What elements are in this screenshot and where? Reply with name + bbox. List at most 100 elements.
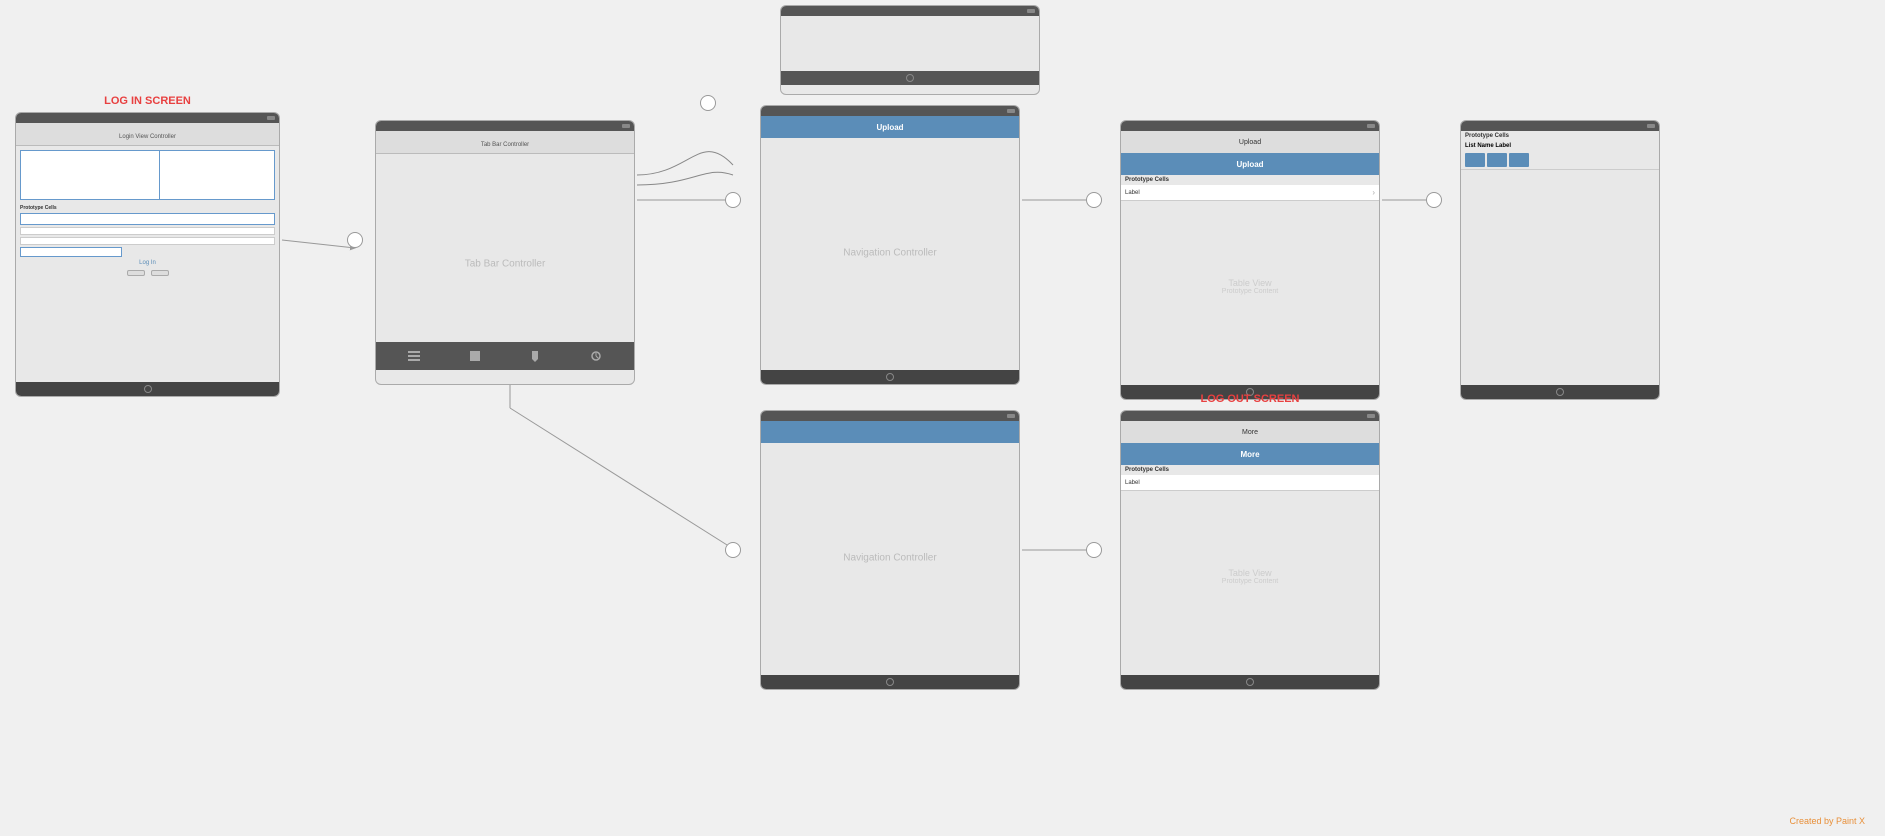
table-top-blue: Upload xyxy=(1121,153,1379,175)
tab-bar-device: Tab Bar Controller Tab Bar Controller xyxy=(375,120,635,385)
login-device: Login View Controller Prototype Cells Lo… xyxy=(15,112,280,397)
nav-bottom-label: Navigation Controller xyxy=(843,553,936,564)
list-name-label: List Name Label xyxy=(1461,141,1659,151)
table-bottom-view-label: Table View xyxy=(1228,568,1271,578)
list-prototype-label: Prototype Cells xyxy=(1461,131,1659,141)
connector-circle-5 xyxy=(725,542,741,558)
login-field-2 xyxy=(20,227,275,235)
small-top-body xyxy=(781,16,1039,71)
prototype-cells-label-login: Prototype Cells xyxy=(20,203,275,213)
nav-bottom-header xyxy=(761,411,1019,421)
table-top-header xyxy=(1121,121,1379,131)
tab-bar-title-label: Tab Bar Controller xyxy=(481,142,529,148)
nav-top-bar: Upload xyxy=(761,116,1019,138)
login-screen-title: LOG IN SCREEN xyxy=(15,95,280,107)
tab-icon-2 xyxy=(468,349,482,363)
log-in-text: Log In xyxy=(139,260,156,266)
table-top-nav: Upload xyxy=(1121,131,1379,153)
small-top-footer xyxy=(781,71,1039,85)
login-header-btn xyxy=(267,116,275,120)
img-2 xyxy=(1487,153,1507,167)
logout-screen-title: LOG OUT SCREEN xyxy=(1120,393,1380,405)
list-header-btn xyxy=(1647,124,1655,128)
tab-bar-body: Tab Bar Controller xyxy=(376,154,634,374)
login-home-btn xyxy=(144,385,152,393)
tab-bar-header xyxy=(376,121,634,131)
login-field-1 xyxy=(20,213,275,225)
nav-bottom-body: Navigation Controller xyxy=(761,443,1019,673)
table-top-view-label: Table View xyxy=(1228,278,1271,288)
login-device-footer xyxy=(16,382,279,396)
connector-circle-2 xyxy=(725,192,741,208)
small-top-device xyxy=(780,5,1040,95)
login-device-header xyxy=(16,113,279,123)
nav-top-header xyxy=(761,106,1019,116)
tab-bar-header-btn xyxy=(622,124,630,128)
table-bottom-cell-label: Label xyxy=(1125,480,1140,486)
list-home xyxy=(1556,388,1564,396)
table-bottom-header-btn xyxy=(1367,414,1375,418)
table-bottom-header xyxy=(1121,411,1379,421)
tab-icon-4 xyxy=(589,349,603,363)
img-1 xyxy=(1465,153,1485,167)
watermark: Created by Paint X xyxy=(1789,816,1865,826)
list-view-device: Prototype Cells List Name Label xyxy=(1460,120,1660,400)
nav-controller-top-device: Upload Navigation Controller xyxy=(760,105,1020,385)
login-image-area xyxy=(20,150,275,200)
list-footer xyxy=(1461,385,1659,399)
connector-circle-6 xyxy=(1086,542,1102,558)
tab-icon-1 xyxy=(407,349,421,363)
login-btn-1[interactable] xyxy=(127,270,145,276)
table-bottom-nav-label: More xyxy=(1242,429,1258,436)
canvas: LOG IN SCREEN Login View Controller Prot… xyxy=(0,0,1885,836)
tab-icon-3 xyxy=(528,349,542,363)
nav-bottom-footer xyxy=(761,675,1019,689)
nav-top-footer xyxy=(761,370,1019,384)
login-small-field xyxy=(20,247,122,257)
small-top-btn xyxy=(1027,9,1035,13)
table-bottom-prototype-label: Prototype Cells xyxy=(1121,465,1379,475)
table-top-content: Table View Prototype Content xyxy=(1121,201,1379,371)
tab-bar-controller-label: Tab Bar Controller xyxy=(465,259,546,270)
small-top-header xyxy=(781,6,1039,16)
tab-bar-icons xyxy=(376,342,634,370)
table-top-cell-label: Label xyxy=(1125,190,1140,196)
table-bottom-subtitle: Prototype Content xyxy=(1222,578,1278,585)
nav-bottom-bar xyxy=(761,421,1019,443)
table-top-cell-row: Label › xyxy=(1121,185,1379,201)
table-bottom-nav: More xyxy=(1121,421,1379,443)
login-btn-2[interactable] xyxy=(151,270,169,276)
list-body xyxy=(1461,169,1659,354)
list-header xyxy=(1461,121,1659,131)
nav-top-home xyxy=(886,373,894,381)
small-top-home xyxy=(906,74,914,82)
login-content: Prototype Cells Log In xyxy=(16,146,279,280)
table-bottom-home xyxy=(1246,678,1254,686)
image-cell-row xyxy=(1461,151,1659,169)
table-top-prototype-label: Prototype Cells xyxy=(1121,175,1379,185)
nav-top-label: Navigation Controller xyxy=(843,248,936,259)
login-log-in-row: Log In xyxy=(20,260,275,266)
table-view-top-device: Upload Upload Prototype Cells Label › Ta… xyxy=(1120,120,1380,400)
nav-controller-bottom-device: Navigation Controller xyxy=(760,410,1020,690)
img-3 xyxy=(1509,153,1529,167)
table-top-header-btn xyxy=(1367,124,1375,128)
table-bottom-cell-row: Label xyxy=(1121,475,1379,491)
nav-bottom-home xyxy=(886,678,894,686)
table-top-nav-label: Upload xyxy=(1239,139,1261,146)
login-controller-name: Login View Controller xyxy=(119,134,176,140)
connector-circle-7 xyxy=(700,95,716,111)
table-bottom-footer xyxy=(1121,675,1379,689)
nav-top-body: Navigation Controller xyxy=(761,138,1019,368)
table-top-chevron: › xyxy=(1372,188,1375,197)
login-image-right xyxy=(160,151,274,199)
login-btn-row xyxy=(20,270,275,276)
connector-circle-3 xyxy=(1086,192,1102,208)
connector-circle-1 xyxy=(347,232,363,248)
table-top-subtitle: Prototype Content xyxy=(1222,288,1278,295)
nav-top-header-btn xyxy=(1007,109,1015,113)
table-view-bottom-device: More More Prototype Cells Label Table Vi… xyxy=(1120,410,1380,690)
login-image-left xyxy=(21,151,160,199)
connector-circle-4 xyxy=(1426,192,1442,208)
nav-bottom-header-btn xyxy=(1007,414,1015,418)
